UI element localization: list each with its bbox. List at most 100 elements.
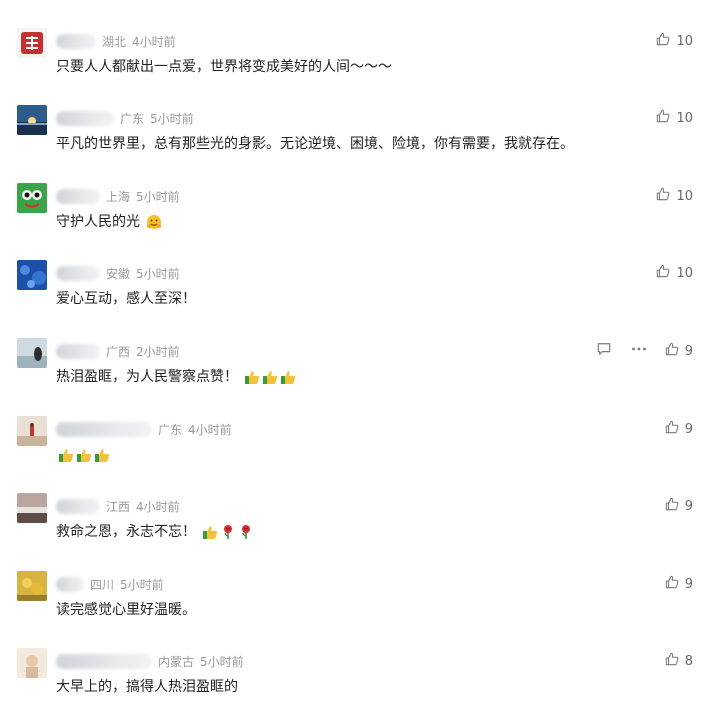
comment-time: 5小时前 bbox=[136, 266, 180, 281]
comment-meta: 广西 2小时前 bbox=[56, 343, 180, 359]
username-blurred[interactable] bbox=[56, 110, 114, 126]
emoji-group bbox=[202, 524, 256, 540]
avatar[interactable] bbox=[17, 183, 47, 213]
comment-time: 5小时前 bbox=[136, 189, 180, 204]
avatar[interactable] bbox=[17, 571, 47, 601]
thumbs-up-emoji bbox=[58, 447, 74, 463]
comment-item: 四川 5小时前 读完感觉心里好温暖。 9 bbox=[0, 569, 717, 639]
comment-item: 广西 2小时前 热泪盈眶，为人民警察点赞！ 9 bbox=[0, 336, 717, 406]
comment-location: 安徽 bbox=[106, 266, 131, 281]
username-blurred[interactable] bbox=[56, 33, 96, 49]
comment-text-content: 读完感觉心里好温暖。 bbox=[56, 602, 196, 618]
comment-meta: 广东 5小时前 bbox=[56, 110, 194, 126]
comment-text-content: 爱心互动，感人至深！ bbox=[56, 291, 196, 307]
comment-location: 江西 bbox=[106, 499, 131, 514]
thumbs-up-emoji bbox=[280, 369, 296, 385]
like-button[interactable]: 8 bbox=[665, 652, 693, 670]
thumbs-up-outline-icon bbox=[665, 497, 685, 515]
comment-location: 内蒙古 bbox=[158, 654, 195, 669]
thumbs-up-outline-icon bbox=[665, 575, 685, 593]
comment-text: 守护人民的光 bbox=[56, 211, 164, 233]
like-count: 10 bbox=[676, 188, 693, 204]
like-count: 8 bbox=[684, 653, 693, 669]
comment-text-content: 只要人人都献出一点爱，世界将变成美好的人间～～～ bbox=[56, 59, 392, 75]
username-blurred[interactable] bbox=[56, 653, 152, 669]
comment-meta: 内蒙古 5小时前 bbox=[56, 653, 244, 669]
comment-text: 大早上的，搞得人热泪盈眶的 bbox=[56, 676, 238, 698]
comment-text: 爱心互动，感人至深！ bbox=[56, 288, 196, 310]
comment-meta: 湖北 4小时前 bbox=[56, 33, 176, 49]
hug-emoji bbox=[146, 214, 162, 230]
comment-text: 热泪盈眶，为人民警察点赞！ bbox=[56, 366, 298, 388]
comment-time: 2小时前 bbox=[136, 344, 180, 359]
thumbs-up-emoji bbox=[244, 369, 260, 385]
comment-text-content: 热泪盈眶，为人民警察点赞！ bbox=[56, 369, 238, 385]
comment-meta: 四川 5小时前 bbox=[56, 576, 164, 592]
like-count: 9 bbox=[684, 343, 693, 359]
rose-emoji bbox=[238, 524, 254, 540]
comment-text-content: 守护人民的光 bbox=[56, 214, 140, 230]
comment-bubble-icon bbox=[597, 342, 611, 356]
comment-text: 读完感觉心里好温暖。 bbox=[56, 599, 196, 621]
more-button[interactable] bbox=[631, 342, 647, 356]
thumbs-up-outline-icon bbox=[656, 32, 676, 50]
like-button[interactable]: 9 bbox=[665, 575, 693, 593]
comment-text: 平凡的世界里，总有那些光的身影。无论逆境、困境、险境，你有需要，我就存在。 bbox=[56, 133, 574, 155]
comment-list: 湖北 4小时前 只要人人都献出一点爱，世界将变成美好的人间～～～ 10 广东 5… bbox=[0, 0, 717, 719]
reply-button[interactable] bbox=[597, 342, 611, 356]
comment-time: 4小时前 bbox=[132, 34, 176, 49]
thumbs-up-outline-icon bbox=[665, 420, 685, 438]
thumbs-up-emoji bbox=[262, 369, 278, 385]
like-button[interactable]: 9 bbox=[665, 497, 693, 515]
comment-location: 上海 bbox=[106, 189, 131, 204]
username-blurred[interactable] bbox=[56, 265, 100, 281]
comment-text: 救命之恩，永志不忘！ bbox=[56, 521, 256, 543]
avatar[interactable] bbox=[17, 493, 47, 523]
avatar[interactable] bbox=[17, 416, 47, 446]
username-blurred[interactable] bbox=[56, 421, 152, 437]
avatar[interactable] bbox=[17, 648, 47, 678]
like-count: 10 bbox=[676, 33, 693, 49]
comment-text: 只要人人都献出一点爱，世界将变成美好的人间～～～ bbox=[56, 56, 392, 78]
like-button[interactable]: 9 bbox=[665, 342, 693, 360]
thumbs-up-outline-icon bbox=[656, 264, 676, 282]
like-count: 10 bbox=[676, 110, 693, 126]
like-button[interactable]: 9 bbox=[665, 420, 693, 438]
username-blurred[interactable] bbox=[56, 576, 84, 592]
comment-location: 四川 bbox=[90, 577, 115, 592]
username-blurred[interactable] bbox=[56, 188, 100, 204]
comment-text-content: 平凡的世界里，总有那些光的身影。无论逆境、困境、险境，你有需要，我就存在。 bbox=[56, 136, 574, 152]
like-count: 9 bbox=[684, 421, 693, 437]
comment-time: 5小时前 bbox=[120, 577, 164, 592]
comment-item: 上海 5小时前 守护人民的光 10 bbox=[0, 181, 717, 251]
comment-text bbox=[56, 444, 112, 466]
comment-item: 广东 5小时前 平凡的世界里，总有那些光的身影。无论逆境、困境、险境，你有需要，… bbox=[0, 103, 717, 173]
comment-time: 4小时前 bbox=[136, 499, 180, 514]
avatar[interactable] bbox=[17, 105, 47, 135]
emoji-group bbox=[244, 369, 298, 385]
thumbs-up-outline-icon bbox=[656, 187, 676, 205]
comment-item: 安徽 5小时前 爱心互动，感人至深！ 10 bbox=[0, 258, 717, 328]
like-count: 10 bbox=[676, 265, 693, 281]
username-blurred[interactable] bbox=[56, 343, 100, 359]
comment-meta: 广东 4小时前 bbox=[56, 421, 232, 437]
comment-location: 湖北 bbox=[102, 34, 127, 49]
username-blurred[interactable] bbox=[56, 498, 100, 514]
like-button[interactable]: 10 bbox=[656, 264, 693, 282]
comment-text-content: 救命之恩，永志不忘！ bbox=[56, 524, 196, 540]
comment-location: 广东 bbox=[120, 111, 145, 126]
comment-location: 广东 bbox=[158, 422, 183, 437]
avatar[interactable] bbox=[17, 338, 47, 368]
comment-time: 5小时前 bbox=[150, 111, 194, 126]
thumbs-up-outline-icon bbox=[665, 652, 685, 670]
comment-item: 湖北 4小时前 只要人人都献出一点爱，世界将变成美好的人间～～～ 10 bbox=[0, 26, 717, 96]
avatar[interactable] bbox=[17, 28, 47, 58]
like-count: 9 bbox=[684, 576, 693, 592]
like-button[interactable]: 10 bbox=[656, 109, 693, 127]
like-button[interactable]: 10 bbox=[656, 187, 693, 205]
rose-emoji bbox=[220, 524, 236, 540]
comment-time: 4小时前 bbox=[188, 422, 232, 437]
thumbs-up-emoji bbox=[76, 447, 92, 463]
like-button[interactable]: 10 bbox=[656, 32, 693, 50]
avatar[interactable] bbox=[17, 260, 47, 290]
